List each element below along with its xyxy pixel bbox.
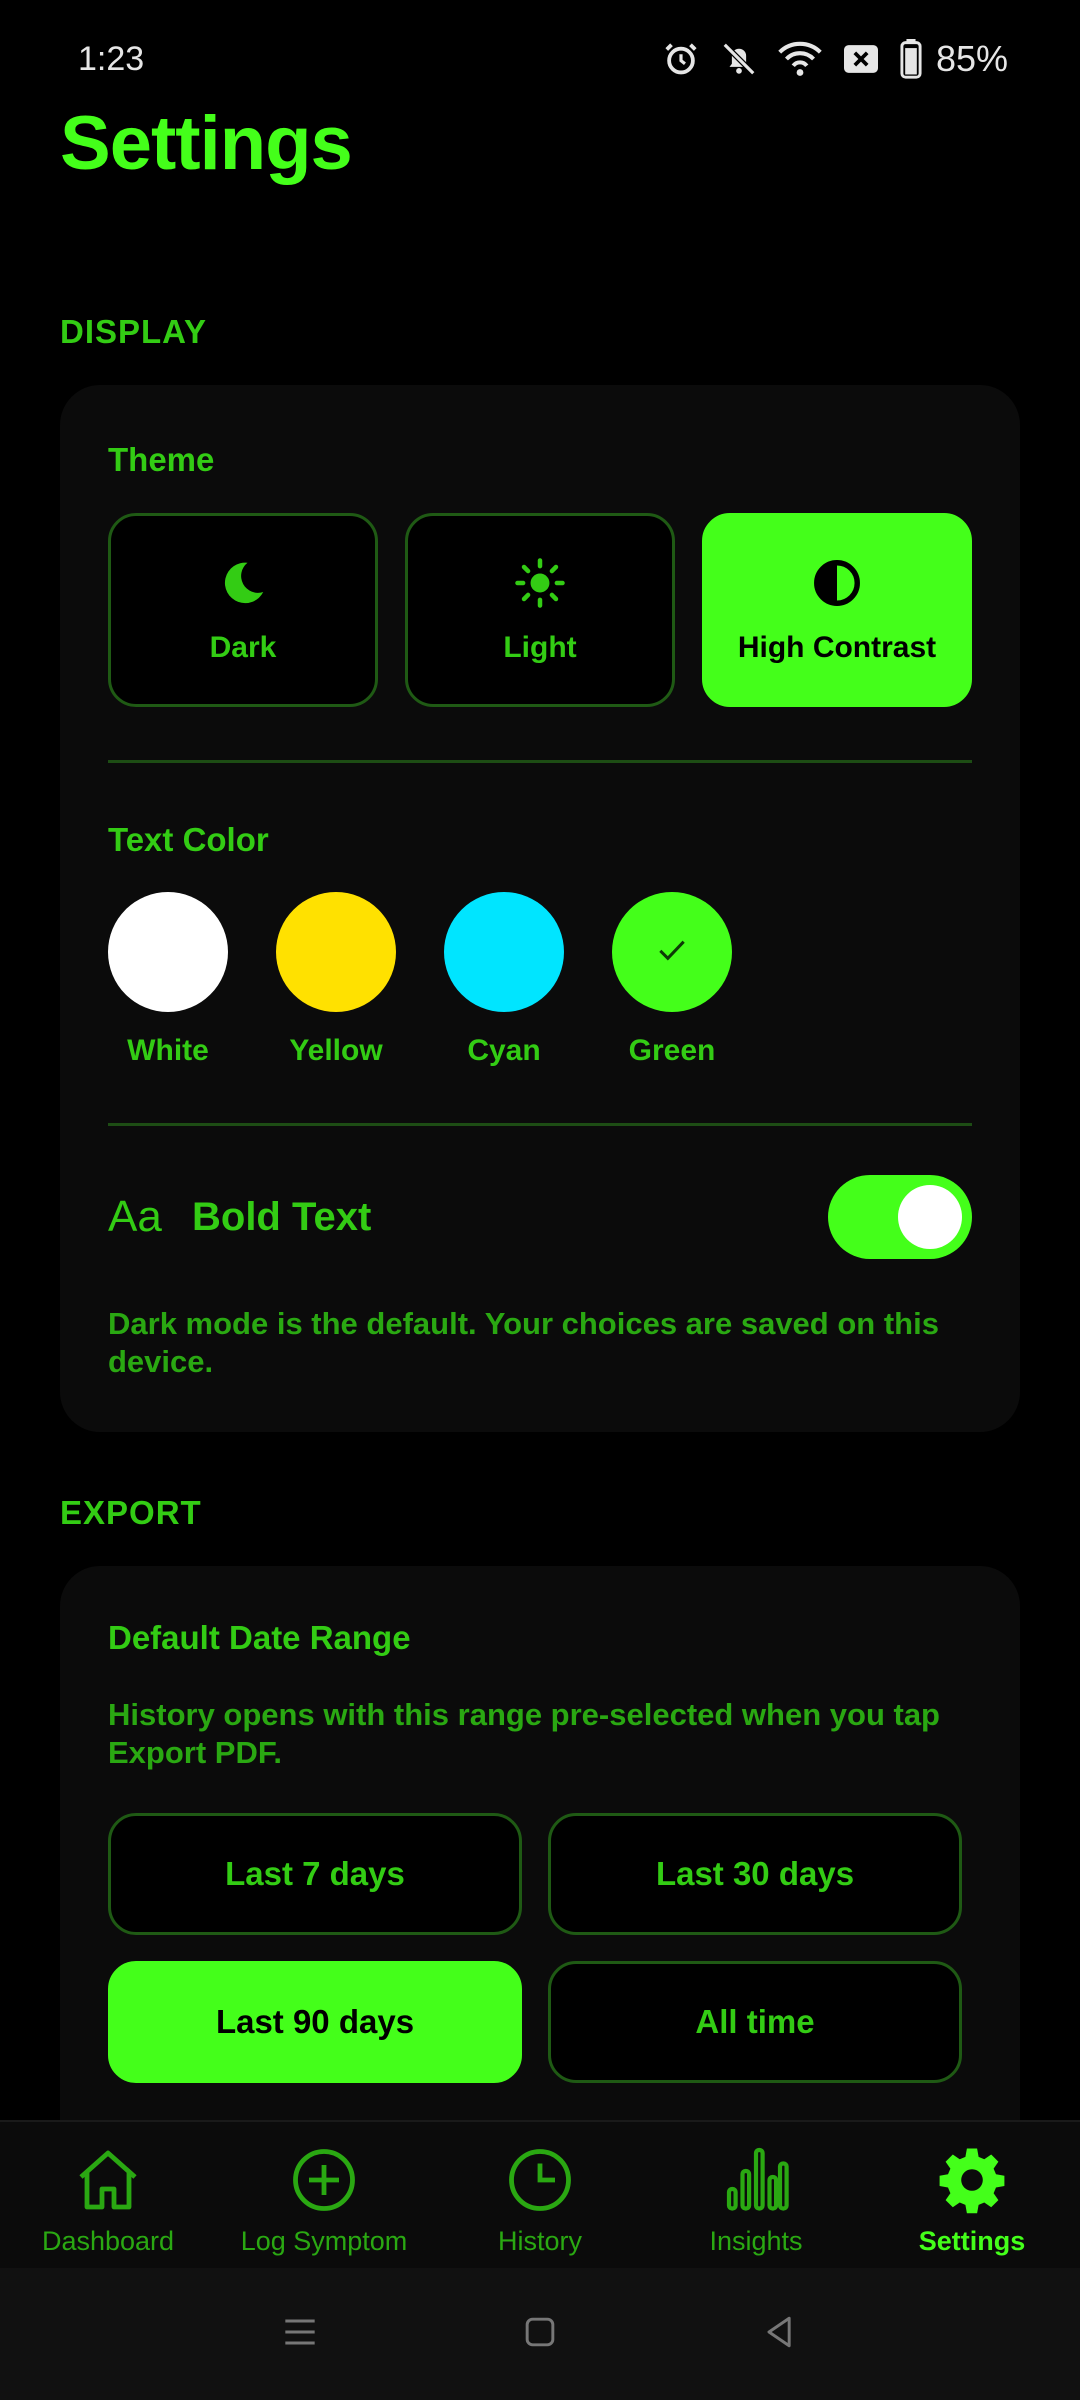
swatch-cyan-circle[interactable] xyxy=(444,892,564,1012)
battery-icon xyxy=(900,39,922,79)
bold-text-row[interactable]: Aa Bold Text xyxy=(108,1175,972,1259)
divider xyxy=(108,1123,972,1126)
gear-icon xyxy=(936,2144,1008,2216)
nav-settings-label: Settings xyxy=(918,2226,1026,2256)
swatch-white-label: White xyxy=(127,1034,209,1067)
contrast-icon xyxy=(810,556,864,615)
export-section-label: EXPORT xyxy=(60,1494,202,1531)
swatch-green-label: Green xyxy=(628,1034,716,1067)
x-box-icon xyxy=(842,42,880,76)
moon-icon xyxy=(216,556,270,615)
swatch-green[interactable]: Green xyxy=(612,892,732,1068)
status-bar: 1:23 85% xyxy=(0,0,1080,110)
system-navigation-bar xyxy=(0,2268,1080,2400)
swatch-cyan-label: Cyan xyxy=(467,1034,541,1067)
plus-circle-icon xyxy=(288,2144,360,2216)
status-time: 1:23 xyxy=(78,40,145,78)
theme-options: Dark Light High Contrast xyxy=(108,513,972,707)
bold-text-label: Bold Text xyxy=(192,1194,372,1239)
range-last-30-days-button[interactable]: Last 30 days xyxy=(548,1813,962,1935)
theme-high-contrast-label: High Contrast xyxy=(737,630,937,664)
bar-chart-icon xyxy=(720,2144,792,2216)
theme-high-contrast-button[interactable]: High Contrast xyxy=(702,513,972,707)
home-square-icon[interactable] xyxy=(518,2310,562,2359)
swatch-yellow[interactable]: Yellow xyxy=(276,892,396,1068)
nav-history-label: History xyxy=(497,2226,582,2256)
nav-dashboard[interactable]: Dashboard xyxy=(0,2122,216,2268)
swatch-cyan[interactable]: Cyan xyxy=(444,892,564,1068)
range-all-time-button[interactable]: All time xyxy=(548,1961,962,2083)
theme-light-button[interactable]: Light xyxy=(405,513,675,707)
home-icon xyxy=(72,2144,144,2216)
divider xyxy=(108,760,972,763)
swatch-white-circle[interactable] xyxy=(108,892,228,1012)
nav-log-symptom-label: Log Symptom xyxy=(240,2226,408,2256)
swatch-green-circle[interactable] xyxy=(612,892,732,1012)
bold-text-toggle[interactable] xyxy=(828,1175,972,1259)
theme-label: Theme xyxy=(108,441,215,478)
export-card: Default Date Range History opens with th… xyxy=(60,1566,1020,2166)
date-range-options: Last 7 days Last 30 days Last 90 days Al… xyxy=(108,1813,964,2083)
alarm-icon xyxy=(662,40,700,78)
display-note: Dark mode is the default. Your choices a… xyxy=(108,1306,939,1379)
back-icon[interactable] xyxy=(758,2310,802,2359)
sun-icon xyxy=(513,556,567,615)
bottom-navigation: Dashboard Log Symptom History Insights S… xyxy=(0,2120,1080,2268)
menu-icon[interactable] xyxy=(278,2310,322,2359)
swatch-yellow-circle[interactable] xyxy=(276,892,396,1012)
theme-light-label: Light xyxy=(503,630,577,664)
checkmark-icon xyxy=(652,930,692,975)
date-range-description: History opens with this range pre-select… xyxy=(108,1697,940,1770)
battery-percent: 85% xyxy=(935,38,1008,79)
range-last-90-days-button[interactable]: Last 90 days xyxy=(108,1961,522,2083)
range-last-7-days-button[interactable]: Last 7 days xyxy=(108,1813,522,1935)
nav-insights[interactable]: Insights xyxy=(648,2122,864,2268)
bell-off-icon xyxy=(720,40,758,78)
nav-settings[interactable]: Settings xyxy=(864,2122,1080,2268)
swatch-yellow-label: Yellow xyxy=(289,1034,383,1067)
display-card: Theme Dark Light High Contrast Text Colo… xyxy=(60,385,1020,1432)
page-title: Settings xyxy=(60,101,353,186)
swatch-white[interactable]: White xyxy=(108,892,228,1068)
clock-icon xyxy=(504,2144,576,2216)
display-section-label: DISPLAY xyxy=(60,313,207,350)
wifi-icon xyxy=(778,40,822,78)
theme-dark-label: Dark xyxy=(209,630,277,664)
nav-history[interactable]: History xyxy=(432,2122,648,2268)
text-color-label: Text Color xyxy=(108,821,269,858)
status-icons: 85% xyxy=(662,38,1008,80)
text-size-icon: Aa xyxy=(108,1192,162,1241)
nav-log-symptom[interactable]: Log Symptom xyxy=(216,2122,432,2268)
toggle-knob xyxy=(898,1185,962,1249)
nav-dashboard-label: Dashboard xyxy=(41,2226,175,2256)
nav-insights-label: Insights xyxy=(709,2226,803,2256)
text-color-options: White Yellow Cyan Green xyxy=(108,892,732,1068)
theme-dark-button[interactable]: Dark xyxy=(108,513,378,707)
default-date-range-label: Default Date Range xyxy=(108,1619,411,1656)
